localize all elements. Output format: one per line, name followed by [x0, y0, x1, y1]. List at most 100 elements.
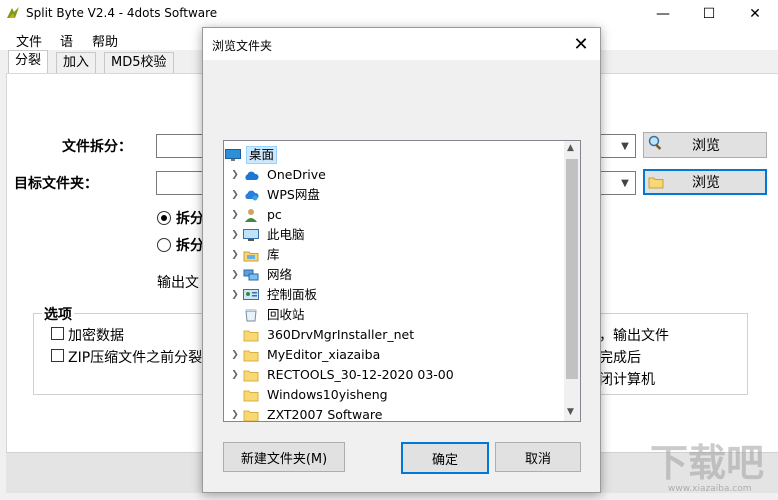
radio-split-option-2-label: 拆分 — [176, 238, 204, 254]
computer-icon — [242, 228, 260, 242]
chevron-right-icon[interactable]: ❯ — [228, 410, 242, 420]
ok-button[interactable]: 确定 — [401, 442, 489, 474]
browse-folder-dialog: 浏览文件夹 ✕ 桌面 ❯ OneDrive ❯ WPS网盘 ❯ pc ❯ 此电脑 ❯ 库 ❯ 网络 ❯ 控制… — [202, 27, 601, 493]
tree-item[interactable]: ❯ WPS网盘 — [228, 185, 568, 205]
tree-item[interactable]: ❯ ZXT2007 Software — [228, 405, 568, 422]
tab-join[interactable]: 加入 — [56, 52, 97, 74]
tree-item-label: RECTOOLS_30-12-2020 03-00 — [267, 367, 454, 382]
minimize-button[interactable]: — — [640, 0, 686, 28]
tree-item[interactable]: ❯ MyEditor_xiazaiba — [228, 345, 568, 365]
tree-item-label: 桌面 — [246, 146, 278, 164]
radio-split-option-1[interactable] — [157, 211, 171, 225]
chevron-right-icon[interactable]: ❯ — [228, 170, 242, 180]
maximize-icon: ☐ — [702, 6, 716, 22]
folder-icon — [242, 408, 260, 421]
scrollbar-thumb[interactable] — [566, 159, 578, 379]
new-folder-button[interactable]: 新建文件夹(M) — [223, 442, 345, 472]
scroll-down-icon[interactable]: ▼ — [567, 407, 574, 417]
tree-item[interactable]: ❯ pc — [228, 205, 568, 225]
chevron-down-icon[interactable]: ▼ — [616, 135, 634, 157]
tree-item[interactable]: Windows10yisheng — [228, 385, 568, 405]
recycle-bin-icon — [242, 308, 260, 322]
tree-item[interactable]: ❯ 库 — [228, 245, 568, 265]
library-icon — [242, 248, 260, 262]
watermark-url: www.xiazaiba.com — [668, 484, 752, 494]
menu-help[interactable]: 帮助 — [92, 31, 118, 50]
folder-tree[interactable]: 桌面 ❯ OneDrive ❯ WPS网盘 ❯ pc ❯ 此电脑 ❯ 库 ❯ 网络 ❯ 控制面板 回收站 360… — [223, 140, 581, 422]
cancel-button[interactable]: 取消 — [495, 442, 581, 472]
output-label: 输出文 — [157, 275, 199, 291]
radio-split-option-1-label: 拆分 — [176, 211, 204, 227]
chevron-right-icon[interactable]: ❯ — [228, 370, 242, 380]
minimize-icon: — — [656, 6, 670, 22]
control-panel-icon — [242, 288, 260, 302]
browse-folder-label: 浏览 — [692, 175, 720, 191]
tree-item-label: 控制面板 — [267, 287, 318, 302]
option-output-file-text: ，输出文件 — [599, 328, 669, 344]
tree-item-label: 网络 — [267, 267, 293, 282]
menu-file[interactable]: 文件 — [16, 31, 42, 50]
option-after-complete-text: 完成后 — [599, 350, 641, 366]
tree-item[interactable]: ❯ RECTOOLS_30-12-2020 03-00 — [228, 365, 568, 385]
chevron-right-icon[interactable]: ❯ — [228, 210, 242, 220]
split-file-label: 文件拆分： — [62, 139, 132, 155]
chevron-right-icon[interactable]: ❯ — [228, 230, 242, 240]
close-icon: ✕ — [573, 33, 589, 55]
tree-item[interactable]: ❯ 控制面板 — [228, 285, 568, 305]
browse-file-button[interactable]: 浏览 — [643, 132, 767, 158]
menu-language[interactable]: 语 — [60, 31, 73, 50]
cloud-icon — [242, 168, 260, 182]
folder-icon — [242, 348, 260, 362]
browse-file-label: 浏览 — [692, 138, 720, 154]
dialog-titlebar: 浏览文件夹 ✕ — [203, 28, 600, 60]
tree-item[interactable]: ❯ 此电脑 — [228, 225, 568, 245]
window-title: Split Byte V2.4 - 4dots Software — [26, 6, 218, 20]
tree-item-label: Windows10yisheng — [267, 387, 388, 402]
tree-item[interactable]: ❯ 网络 — [228, 265, 568, 285]
tree-item-label: 回收站 — [267, 307, 305, 322]
encrypt-checkbox[interactable] — [51, 327, 64, 340]
cloud-sync-icon — [242, 188, 260, 202]
tree-scrollbar[interactable]: ▲ ▼ — [564, 141, 580, 421]
encrypt-label: 加密数据 — [68, 328, 124, 344]
tab-md5[interactable]: MD5校验 — [104, 52, 174, 74]
folder-icon — [242, 368, 260, 382]
magnifier-icon — [648, 135, 664, 155]
zip-label: ZIP压缩文件之前分裂 — [68, 350, 203, 366]
tree-item[interactable]: ❯ OneDrive — [228, 165, 568, 185]
folder-icon — [242, 328, 260, 342]
close-icon: ✕ — [749, 6, 761, 22]
folder-icon — [242, 388, 260, 402]
app-logo-icon — [6, 6, 20, 20]
tree-item[interactable]: 回收站 — [228, 305, 568, 325]
maximize-button[interactable]: ☐ — [686, 0, 732, 28]
chevron-down-icon[interactable]: ▼ — [616, 172, 634, 194]
close-button[interactable]: ✕ — [732, 0, 778, 28]
chevron-right-icon[interactable]: ❯ — [228, 350, 242, 360]
tree-item-label: 库 — [267, 247, 280, 262]
chevron-right-icon[interactable]: ❯ — [228, 190, 242, 200]
watermark-text: 下载吧 — [650, 441, 765, 485]
user-icon — [242, 208, 260, 222]
tree-item[interactable]: 桌面 — [224, 145, 564, 165]
radio-split-option-2[interactable] — [157, 238, 171, 252]
browse-folder-button[interactable]: 浏览 — [643, 169, 767, 195]
option-shutdown-text: 闭计算机 — [599, 372, 655, 388]
tree-item-label: ZXT2007 Software — [267, 407, 383, 422]
tree-item-label: OneDrive — [267, 167, 326, 182]
scroll-up-icon[interactable]: ▲ — [567, 143, 574, 153]
dialog-title: 浏览文件夹 — [212, 39, 273, 53]
tab-split[interactable]: 分裂 — [8, 50, 49, 75]
chevron-right-icon[interactable]: ❯ — [228, 250, 242, 260]
tree-item-label: MyEditor_xiazaiba — [267, 347, 381, 362]
tree-item-label: WPS网盘 — [267, 187, 320, 202]
tree-item[interactable]: 360DrvMgrInstaller_net — [228, 325, 568, 345]
zip-checkbox[interactable] — [51, 349, 64, 362]
chevron-right-icon[interactable]: ❯ — [228, 270, 242, 280]
tree-item-label: 360DrvMgrInstaller_net — [267, 327, 415, 342]
folder-icon — [648, 175, 664, 189]
chevron-right-icon[interactable]: ❯ — [228, 290, 242, 300]
options-title: 选项 — [42, 304, 74, 324]
dialog-close-button[interactable]: ✕ — [569, 32, 593, 56]
tree-item-label: pc — [267, 207, 282, 222]
